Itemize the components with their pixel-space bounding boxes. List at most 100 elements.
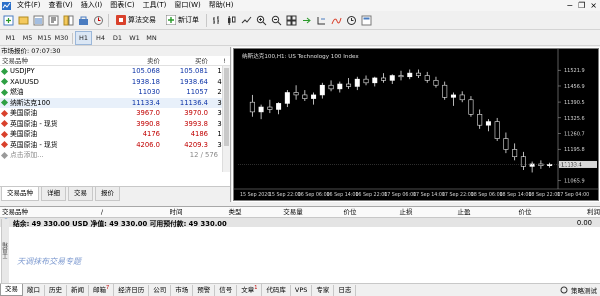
toolbox-tab[interactable]: 预警 [193,284,216,296]
candle-bear [477,114,483,126]
candle-bull [450,94,456,98]
tab-trading[interactable]: 交易 [68,187,93,201]
balance-row[interactable]: 结余: 49 330.00 USD 净值: 49 330.00 可用预付款: 4… [0,218,600,228]
navigator-icon[interactable] [62,14,75,27]
column-profit[interactable]: 利润 [556,207,600,217]
toolbox-tab-label: 市场 [175,285,189,294]
toolbox-tab-label: 经济日历 [118,285,145,294]
header-symbol[interactable]: 交易品种 [0,56,112,65]
timeframe-h1[interactable]: H1 [75,31,92,45]
toolbox-tab[interactable]: 代码库 [262,284,291,296]
menu-insert[interactable]: 插入(I) [77,0,107,11]
new-order-button[interactable]: 新订单 [162,13,203,27]
market-watch-row[interactable]: XAUUSD1938.181938.6446 [0,77,230,88]
toolbox-tab[interactable]: 公司 [149,284,172,296]
toolbox-tab[interactable]: 市场 [171,284,194,296]
toolbox-tab[interactable]: 日志 [334,284,357,296]
candle-chart-icon[interactable] [225,14,238,27]
new-chart-icon[interactable] [2,14,15,27]
market-watch-icon[interactable] [32,14,45,27]
timeframe-m15[interactable]: M15 [36,32,53,44]
toolbox-tab[interactable]: 历史 [45,284,67,296]
toolbar-separator [108,13,109,27]
price-down-icon [0,141,9,149]
toolbox-tab[interactable]: 文章1 [237,283,263,296]
header-ask[interactable]: 买价 [160,56,208,65]
data-window-icon[interactable] [47,14,60,27]
column-time[interactable]: 时间 [146,207,206,217]
restore-icon[interactable]: ❐ [578,1,585,10]
menu-window[interactable]: 窗口(W) [170,0,204,11]
column-ticket[interactable]: / [58,207,146,217]
timeframe-h4[interactable]: H4 [92,32,109,44]
tab-details[interactable]: 详细 [41,187,66,201]
market-watch-row[interactable]: 英国原油 - 现货3990.83993.830 [0,119,230,130]
line-chart-icon[interactable] [240,14,253,27]
candle-bear [302,94,308,99]
toolbox-tab[interactable]: 敞口 [23,284,45,296]
menu-tools[interactable]: 工具(T) [139,0,171,11]
header-bid[interactable]: 卖价 [112,56,160,65]
column-take-profit[interactable]: 止盈 [434,207,494,217]
toolbox-tab[interactable]: 专家 [312,284,335,296]
toolbox-tab[interactable]: 邮箱7 [89,283,115,296]
candle-bear [328,84,334,90]
timeframe-w1[interactable]: W1 [126,32,143,44]
strategy-tester-tab[interactable]: 策略测试 [560,285,600,295]
bar-chart-icon[interactable] [210,14,223,27]
ask-price: 105.081 [179,67,208,75]
timeframe-d1[interactable]: D1 [109,32,126,44]
autoscroll-icon[interactable] [300,14,313,27]
minimize-icon[interactable]: − [566,1,573,10]
chart-shift-icon[interactable] [315,14,328,27]
toolbox-side-label[interactable]: 工具箱 [1,219,9,283]
indicators-icon[interactable] [330,14,343,27]
strategy-tester-icon[interactable] [92,14,105,27]
profiles-icon[interactable] [17,14,30,27]
market-watch-scrollbar[interactable] [222,66,230,172]
column-current-price[interactable]: 价位 [494,207,556,217]
ask-price: 3970.0 [184,109,208,117]
zoom-in-icon[interactable] [255,14,268,27]
menu-view[interactable]: 查看(V) [45,0,77,11]
menu-help[interactable]: 帮助(H) [205,0,238,11]
templates-icon[interactable] [360,14,373,27]
timeframe-mn[interactable]: MN [143,32,160,44]
column-type[interactable]: 类型 [206,207,264,217]
toolbox-tab[interactable]: 新闻 [67,284,89,296]
tab-ticks[interactable]: 报价 [95,187,120,201]
scrollbar-thumb[interactable] [224,68,229,146]
algo-trading-button[interactable]: 算法交易 [112,13,160,27]
market-watch-row[interactable]: 纳斯达克10011133.411136.430 [0,97,230,108]
close-icon[interactable]: × [590,1,597,10]
add-symbol-row[interactable]: 点击添加... 12 / 576 [0,150,230,161]
toolbox-tab-label: 预警 [197,285,211,294]
periods-icon[interactable] [345,14,358,27]
toolbox-icon[interactable] [77,14,90,27]
header-spread[interactable]: ! [208,56,228,65]
market-watch-row[interactable]: 燃油110301105727 [0,87,230,98]
menu-file[interactable]: 文件(F) [13,0,45,11]
toolbox-tab[interactable]: VPS [291,284,313,296]
price-chart[interactable]: 纳斯达克100,H1: US Technology 100 Index 11133… [233,48,599,201]
toolbox-tab[interactable]: 信号 [215,284,238,296]
zoom-out-icon[interactable] [270,14,283,27]
candle-bull [389,75,395,81]
column-price[interactable]: 价位 [322,207,378,217]
market-watch-row[interactable]: 美国原油4176418610 [0,129,230,140]
tile-windows-icon[interactable] [285,14,298,27]
candlestick-chart[interactable]: 纳斯达克100,H1: US Technology 100 Index11133… [234,49,598,200]
market-watch-row[interactable]: USDJPY105.068105.08113 [0,66,230,77]
column-symbol[interactable]: 交易品种 [0,207,58,217]
column-stop-loss[interactable]: 止损 [378,207,434,217]
timeframe-m5[interactable]: M5 [19,32,36,44]
timeframe-m1[interactable]: M1 [2,32,19,44]
toolbox-tab[interactable]: 经济日历 [114,284,150,296]
tab-symbols[interactable]: 交易品种 [1,187,39,201]
toolbox-tab[interactable]: 交易 [0,284,23,296]
timeframe-m30[interactable]: M30 [53,32,70,44]
market-watch-row[interactable]: 美国原油3967.03970.030 [0,108,230,119]
menu-charts[interactable]: 图表(C) [106,0,138,11]
column-volume[interactable]: 交易量 [264,207,322,217]
market-watch-row[interactable]: 英国原油 - 现货4206.04209.333 [0,140,230,151]
